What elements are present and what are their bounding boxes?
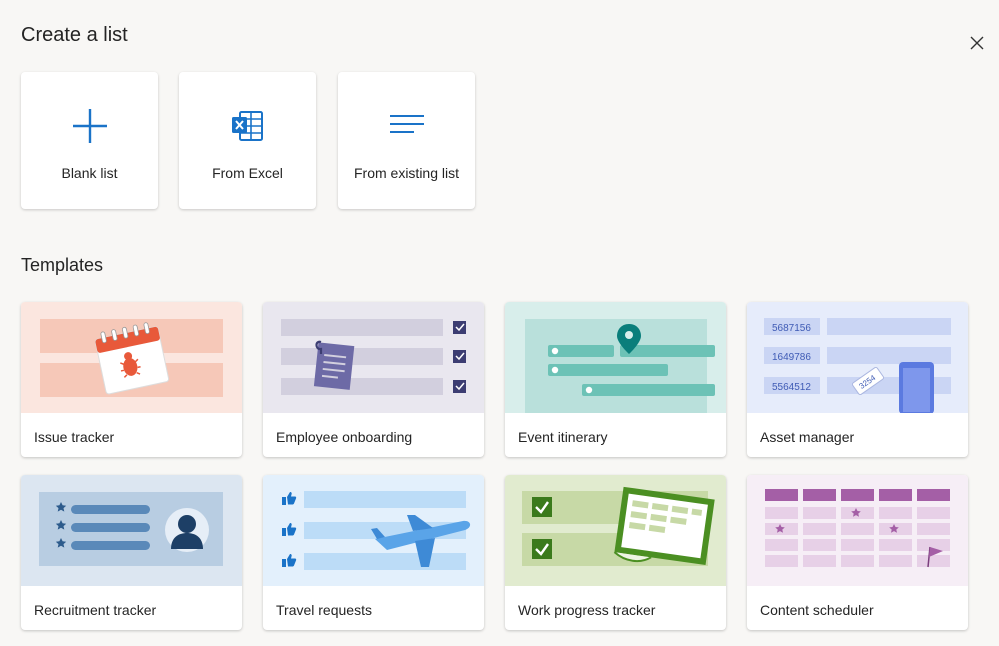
template-label: Event itinerary	[518, 429, 608, 445]
dialog-title: Create a list	[21, 24, 128, 46]
from-existing-list-label: From existing list	[353, 165, 460, 181]
employee-onboarding-art	[263, 302, 484, 413]
template-recruitment-tracker[interactable]: Recruitment tracker	[21, 475, 242, 630]
issue-tracker-art	[21, 302, 242, 413]
content-scheduler-art	[747, 475, 968, 586]
blank-list-label: Blank list	[61, 165, 118, 181]
candidate-profile-icon	[165, 508, 209, 552]
template-content-scheduler[interactable]: Content scheduler	[747, 475, 968, 630]
event-itinerary-art	[505, 302, 726, 413]
from-existing-list-card[interactable]: From existing list	[338, 72, 475, 209]
templates-heading: Templates	[21, 255, 104, 275]
work-progress-tracker-art	[505, 475, 726, 586]
travel-requests-art	[263, 475, 484, 586]
blank-list-card[interactable]: Blank list	[21, 72, 158, 209]
template-employee-onboarding[interactable]: Employee onboarding	[263, 302, 484, 457]
template-issue-tracker[interactable]: Issue tracker	[21, 302, 242, 457]
template-asset-manager[interactable]: 5687156 1649786 5564512 3254 Asset manag…	[747, 302, 968, 457]
from-excel-label: From Excel	[212, 165, 283, 181]
excel-icon	[179, 106, 316, 146]
recruitment-tracker-art	[21, 475, 242, 586]
close-button[interactable]	[964, 30, 990, 56]
template-label: Travel requests	[276, 602, 372, 618]
asset-number-1: 5687156	[772, 323, 811, 334]
asset-number-2: 1649786	[772, 352, 811, 363]
template-work-progress-tracker[interactable]: Work progress tracker	[505, 475, 726, 630]
list-lines-icon	[338, 106, 475, 146]
from-excel-card[interactable]: From Excel	[179, 72, 316, 209]
close-icon	[970, 36, 984, 50]
template-travel-requests[interactable]: Travel requests	[263, 475, 484, 630]
asset-number-3: 5564512	[772, 382, 811, 393]
template-label: Asset manager	[760, 429, 855, 445]
progress-board-icon	[613, 486, 715, 565]
template-label: Content scheduler	[760, 602, 874, 618]
asset-manager-art: 5687156 1649786 5564512 3254	[747, 302, 968, 413]
template-label: Issue tracker	[34, 429, 115, 445]
plus-icon	[21, 106, 158, 146]
template-label: Work progress tracker	[518, 602, 656, 618]
calendar-grid-icon	[765, 489, 950, 568]
template-label: Employee onboarding	[276, 429, 413, 445]
template-event-itinerary[interactable]: Event itinerary	[505, 302, 726, 457]
template-label: Recruitment tracker	[34, 602, 157, 618]
